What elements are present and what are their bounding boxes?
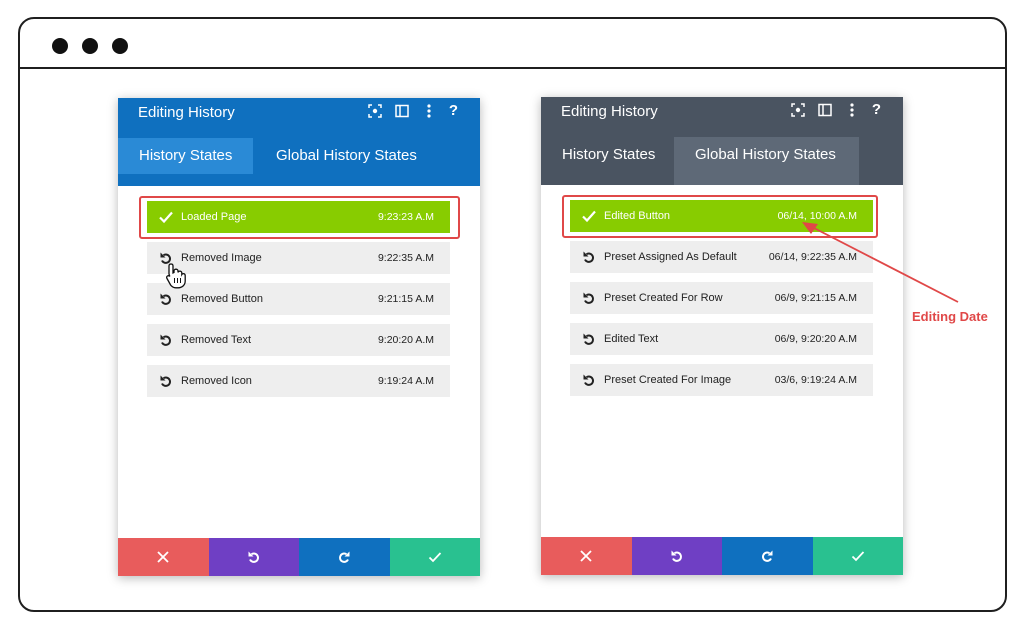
help-icon[interactable]: ? — [872, 102, 881, 117]
highlight-box — [139, 196, 460, 239]
history-row-time: 9:21:15 A.M — [377, 293, 434, 305]
history-row[interactable]: Removed Text 9:20:20 A.M — [147, 324, 450, 356]
history-row-label: Preset Created For Row — [604, 292, 723, 304]
undo-icon — [582, 373, 596, 387]
history-row[interactable]: Edited Text 06/9, 9:20:20 A.M — [570, 323, 873, 355]
history-row[interactable]: Preset Created For Row 06/9, 9:21:15 A.M — [570, 282, 873, 314]
undo-icon — [671, 550, 682, 562]
undo-button[interactable] — [631, 537, 722, 575]
history-row-label: Preset Created For Image — [604, 374, 732, 386]
highlight-box — [562, 195, 878, 238]
hand-cursor-icon — [166, 263, 186, 289]
panel-footer — [118, 538, 480, 576]
close-button[interactable] — [541, 537, 632, 575]
sidebar-icon[interactable] — [818, 103, 832, 117]
undo-icon — [159, 333, 173, 347]
history-row-time: 9:20:20 A.M — [377, 334, 434, 346]
more-vertical-icon[interactable] — [845, 103, 859, 117]
tab-global-history-states[interactable]: Global History States — [674, 137, 859, 185]
history-row-time: 9:22:35 A.M — [377, 252, 434, 264]
redo-button[interactable] — [722, 537, 813, 575]
history-row-label: Removed Image — [181, 252, 262, 264]
window-dot-icon — [52, 38, 68, 54]
history-row[interactable]: Preset Created For Image 03/6, 9:19:24 A… — [570, 364, 873, 396]
annotation-label: Editing Date — [912, 309, 988, 324]
window-dot-icon — [112, 38, 128, 54]
window-dot-icon — [82, 38, 98, 54]
history-row[interactable]: Removed Image 9:22:35 A.M — [147, 242, 450, 274]
panel-header: Editing History ? History States Global … — [118, 98, 480, 186]
redo-icon — [339, 551, 350, 563]
history-row-time: 03/6, 9:19:24 A.M — [774, 374, 857, 386]
history-row-label: Removed Button — [181, 293, 263, 305]
history-row-time: 06/9, 9:20:20 A.M — [774, 333, 857, 345]
redo-button[interactable] — [299, 538, 390, 576]
save-button[interactable] — [389, 538, 480, 576]
panel-title: Editing History — [561, 103, 658, 120]
screenshot-icon[interactable] — [791, 103, 805, 117]
save-button[interactable] — [812, 537, 903, 575]
tab-global-history-states[interactable]: Global History States — [255, 138, 438, 174]
undo-icon — [248, 551, 259, 563]
history-row-time: 06/9, 9:21:15 A.M — [774, 292, 857, 304]
undo-icon — [159, 374, 173, 388]
history-row[interactable]: Preset Assigned As Default 06/14, 9:22:3… — [570, 241, 873, 273]
tab-history-states[interactable]: History States — [541, 137, 676, 173]
close-icon — [157, 551, 169, 563]
panel-header: Editing History ? History States Global … — [541, 97, 903, 185]
undo-button[interactable] — [208, 538, 299, 576]
header-icons: ? — [791, 102, 881, 117]
undo-icon — [582, 332, 596, 346]
history-row-label: Edited Text — [604, 333, 659, 345]
screenshot-icon[interactable] — [368, 104, 382, 118]
history-row-time: 06/14, 9:22:35 A.M — [768, 251, 857, 263]
undo-icon — [582, 291, 596, 305]
help-icon[interactable]: ? — [449, 103, 458, 118]
close-icon — [580, 550, 592, 562]
editing-history-panel-right: Editing History ? History States Global … — [541, 97, 903, 575]
sidebar-icon[interactable] — [395, 104, 409, 118]
undo-icon — [582, 250, 596, 264]
header-icons: ? — [368, 103, 458, 118]
undo-icon — [159, 292, 173, 306]
redo-icon — [762, 550, 773, 562]
check-icon — [851, 551, 864, 562]
history-row-label: Preset Assigned As Default — [604, 251, 737, 263]
history-row-time: 9:19:24 A.M — [377, 375, 434, 387]
history-row[interactable]: Removed Button 9:21:15 A.M — [147, 283, 450, 315]
window-titlebar — [20, 19, 1005, 69]
history-row[interactable]: Removed Icon 9:19:24 A.M — [147, 365, 450, 397]
history-row-label: Removed Icon — [181, 375, 252, 387]
history-row-label: Removed Text — [181, 334, 252, 346]
more-vertical-icon[interactable] — [422, 104, 436, 118]
check-icon — [428, 552, 441, 563]
tab-history-states[interactable]: History States — [118, 138, 254, 174]
close-button[interactable] — [118, 538, 209, 576]
panel-title: Editing History — [138, 104, 235, 121]
panel-footer — [541, 537, 903, 575]
editing-history-panel-left: Editing History ? History States Global … — [118, 98, 480, 576]
